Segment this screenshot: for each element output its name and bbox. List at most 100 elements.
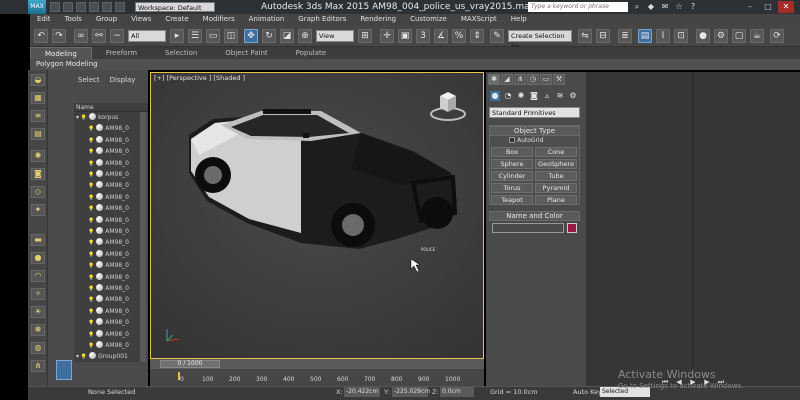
render-iterative-icon[interactable]: ⟳ — [770, 29, 784, 43]
spinner-snap-icon[interactable]: ⇕ — [470, 29, 484, 43]
visibility-bulb-icon[interactable]: 💡 — [88, 240, 94, 246]
cone-button[interactable]: Cone — [535, 147, 577, 157]
list-item[interactable]: 💡 AM98_0 — [74, 192, 140, 203]
explorer-toggle-button[interactable] — [56, 360, 72, 380]
tree-group[interactable]: ▾ 💡 Group001 — [74, 351, 140, 362]
object-name-input[interactable] — [492, 223, 564, 233]
graphite-ribbon-icon[interactable]: ▤ — [638, 29, 652, 43]
x-coordinate-field[interactable]: -20.422cm — [344, 387, 380, 397]
visibility-bulb-icon[interactable]: 💡 — [88, 275, 94, 281]
ribbon-panel-label[interactable]: Polygon Modeling — [36, 59, 98, 70]
name-and-color-rollout-title[interactable]: Name and Color — [489, 211, 580, 221]
object-color-swatch[interactable] — [567, 223, 577, 233]
pivot-center-icon[interactable]: ⊞ — [358, 29, 372, 43]
pyramid-button[interactable]: Pyramid — [535, 183, 577, 193]
modify-tab-icon[interactable]: ◢ — [501, 74, 513, 85]
project-folder-icon[interactable] — [115, 2, 125, 12]
visibility-bulb-icon[interactable]: 💡 — [88, 297, 94, 303]
list-item[interactable]: 💡 AM98_0 — [74, 226, 140, 237]
hierarchy-icon[interactable]: ⋔ — [31, 360, 45, 372]
list-item[interactable]: 💡 AM98_0 — [74, 272, 140, 283]
visibility-bulb-icon[interactable]: 💡 — [81, 354, 87, 360]
menu-animation[interactable]: Animation — [242, 14, 292, 25]
select-and-move-icon[interactable]: ✥ — [244, 29, 258, 43]
maximize-icon[interactable]: □ — [760, 1, 776, 13]
utilities-tab-icon[interactable]: ⚒ — [553, 74, 565, 85]
curve-editor-icon[interactable]: ⌇ — [656, 29, 670, 43]
list-item[interactable]: 💡 AM98_0 — [74, 180, 140, 191]
visibility-bulb-icon[interactable]: 💡 — [88, 126, 94, 132]
mirror-icon[interactable]: ⇋ — [578, 29, 592, 43]
list-item[interactable]: 💡 AM98_0 — [74, 260, 140, 271]
list-item[interactable]: 💡 AM98_0 — [74, 135, 140, 146]
visibility-bulb-icon[interactable]: 💡 — [88, 263, 94, 269]
help-icon[interactable]: ? — [688, 2, 698, 12]
undo-icon[interactable]: ↶ — [34, 29, 48, 43]
menu-edit[interactable]: Edit — [30, 14, 58, 25]
link-icon[interactable]: ∞ — [74, 29, 88, 43]
select-and-rotate-icon[interactable]: ↻ — [262, 29, 276, 43]
y-coordinate-field[interactable]: -225.029cm — [392, 387, 430, 397]
window-crossing-icon[interactable]: ◫ — [224, 29, 238, 43]
compound-icon[interactable]: ◍ — [31, 342, 45, 354]
tab-object-paint[interactable]: Object Paint — [211, 47, 281, 59]
cylinder-button[interactable]: Cylinder — [491, 171, 533, 181]
time-slider[interactable]: 0 / 1000 — [160, 360, 220, 368]
visibility-bulb-icon[interactable]: 💡 — [88, 229, 94, 235]
menu-create[interactable]: Create — [158, 14, 195, 25]
subscription-icon[interactable]: ◆ — [646, 2, 656, 12]
visibility-bulb-icon[interactable]: 💡 — [88, 320, 94, 326]
material-editor-icon[interactable]: ● — [696, 29, 710, 43]
list-item[interactable]: 💡 AM98_0 — [74, 249, 140, 260]
visibility-bulb-icon[interactable]: 💡 — [81, 115, 87, 121]
select-by-name-icon[interactable]: ☰ — [188, 29, 202, 43]
create-tab-icon[interactable]: ✱ — [488, 74, 500, 85]
menu-customize[interactable]: Customize — [403, 14, 454, 25]
tab-modeling[interactable]: Modeling — [30, 47, 92, 59]
visibility-bulb-icon[interactable]: 💡 — [88, 138, 94, 144]
percent-snap-icon[interactable]: % — [452, 29, 466, 43]
menu-views[interactable]: Views — [124, 14, 158, 25]
schematic-view-icon[interactable]: ⊡ — [674, 29, 688, 43]
edit-named-selection-icon[interactable]: ✎ — [490, 29, 504, 43]
particle-icon[interactable]: ❋ — [31, 324, 45, 336]
menu-rendering[interactable]: Rendering — [353, 14, 403, 25]
search-input[interactable]: Type a keyword or phrase — [528, 2, 628, 12]
visibility-bulb-icon[interactable]: 💡 — [88, 286, 94, 292]
teapot-icon[interactable]: ◒ — [31, 74, 45, 86]
communication-icon[interactable]: ✉ — [660, 2, 670, 12]
menu-graph-editors[interactable]: Graph Editors — [291, 14, 353, 25]
lights-icon[interactable]: ✺ — [516, 91, 526, 101]
align-icon[interactable]: ⊟ — [596, 29, 610, 43]
render-production-icon[interactable]: ☕ — [750, 29, 764, 43]
rendered-frame-window-icon[interactable]: ▢ — [732, 29, 746, 43]
previous-frame-icon[interactable]: ◀ — [674, 377, 684, 387]
visibility-bulb-icon[interactable]: 💡 — [88, 343, 94, 349]
plane-button[interactable]: Plane — [535, 195, 577, 205]
tab-select[interactable]: Select — [78, 76, 100, 84]
column-header-name[interactable]: Name — [74, 103, 148, 112]
app-logo[interactable]: MAX — [28, 0, 46, 14]
render-setup-icon[interactable]: ⚙ — [714, 29, 728, 43]
systems-icon[interactable]: ⚙ — [568, 91, 578, 101]
workspace-dropdown[interactable]: Workspace: Default — [135, 2, 215, 12]
list-item[interactable]: 💡 AM98_0 — [74, 329, 140, 340]
space-warps-icon[interactable]: ≋ — [555, 91, 565, 101]
cameras-icon[interactable]: ◙ — [529, 91, 539, 101]
geometry-icon[interactable]: ● — [490, 91, 500, 101]
object-type-rollout-title[interactable]: Object Type — [489, 126, 580, 136]
shape-icon[interactable]: ◠ — [31, 270, 45, 282]
visibility-bulb-icon[interactable]: 💡 — [88, 195, 94, 201]
list-item[interactable]: 💡 AM98_0 — [74, 158, 140, 169]
layers-icon[interactable]: ▤ — [31, 128, 45, 140]
hierarchy-tab-icon[interactable]: ⋔ — [514, 74, 526, 85]
geosphere-button[interactable]: GeoSphere — [535, 159, 577, 169]
visibility-bulb-icon[interactable]: 💡 — [88, 183, 94, 189]
list-item[interactable]: 💡 AM98_0 — [74, 203, 140, 214]
light-icon[interactable]: ✺ — [31, 150, 45, 162]
list-item[interactable]: 💡 AM98_0 — [74, 317, 140, 328]
scene-icon[interactable]: ▦ — [31, 92, 45, 104]
named-selection-sets-dropdown[interactable]: Create Selection Se — [508, 30, 572, 50]
viewcube-icon[interactable] — [428, 88, 468, 126]
checkbox-box[interactable] — [509, 137, 515, 143]
